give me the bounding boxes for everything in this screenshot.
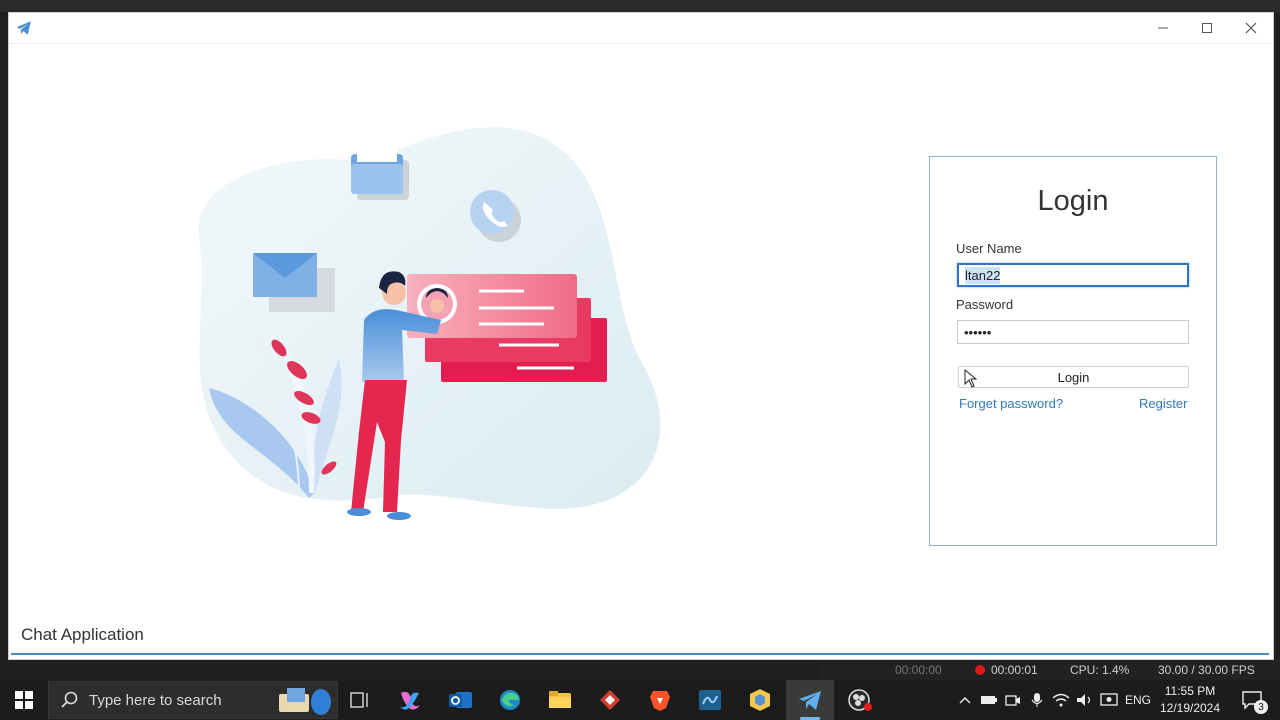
tray-volume[interactable]: [1074, 680, 1096, 720]
record-time: 00:00:01: [991, 663, 1038, 677]
obs-icon: [848, 689, 872, 711]
taskbar: Type here to search ENG 11:55 PM 12/19/2…: [0, 680, 1280, 720]
telegram-icon: [16, 21, 31, 35]
cpu-usage: CPU: 1.4%: [1070, 663, 1130, 677]
search-icon: [61, 691, 78, 708]
task-view-icon: [350, 692, 368, 708]
app-window: Login User Name ltan22 Password •••••• L…: [8, 12, 1274, 660]
login-title: Login: [1037, 185, 1109, 217]
outlook-button[interactable]: [436, 680, 484, 720]
cube-app-button[interactable]: [736, 680, 784, 720]
copilot-button[interactable]: [386, 680, 434, 720]
tray-meet[interactable]: [1002, 680, 1024, 720]
brave-button[interactable]: [636, 680, 684, 720]
notification-button[interactable]: 3: [1232, 680, 1272, 720]
fps-readout: 30.00 / 30.00 FPS: [1158, 663, 1255, 677]
edge-icon: [500, 690, 520, 710]
start-button[interactable]: [0, 680, 48, 720]
taskbar-search[interactable]: Type here to search: [48, 681, 338, 719]
background-window-strip: [0, 0, 1280, 12]
minimize-button[interactable]: [1141, 13, 1185, 43]
search-highlight-icon: [279, 688, 331, 715]
edge-button[interactable]: [486, 680, 534, 720]
close-icon: [1245, 22, 1257, 34]
app-footer-title: Chat Application: [21, 625, 144, 644]
maximize-button[interactable]: [1185, 13, 1229, 43]
copilot-icon: [400, 691, 420, 710]
database-app-icon: [699, 690, 721, 710]
footer-divider: [11, 653, 1269, 655]
record-time-wrap: 00:00:01: [975, 663, 1038, 677]
forget-password-link[interactable]: Forget password?: [959, 396, 1063, 411]
notification-count: 3: [1254, 700, 1268, 714]
screen-icon: [1100, 693, 1118, 706]
record-dot-icon: [975, 665, 985, 675]
chat-illustration: [198, 127, 661, 520]
cube-icon: [750, 689, 770, 711]
title-bar: [9, 13, 1273, 44]
login-panel: Login User Name ltan22 Password •••••• L…: [929, 156, 1217, 546]
login-button[interactable]: Login: [958, 366, 1189, 388]
camera-icon: [1005, 695, 1020, 706]
close-button[interactable]: [1229, 13, 1273, 43]
mouse-cursor-icon: [964, 369, 978, 388]
task-view-button[interactable]: [336, 680, 384, 720]
brave-icon: [650, 691, 670, 711]
microphone-icon: [1031, 693, 1043, 707]
tray-network[interactable]: [1050, 680, 1072, 720]
username-label: User Name: [956, 241, 1022, 256]
tray-overflow-button[interactable]: [956, 680, 974, 720]
password-field[interactable]: ••••••: [957, 320, 1189, 344]
clock-time: 11:55 PM: [1164, 684, 1216, 698]
search-placeholder: Type here to search: [89, 691, 222, 709]
windows-icon: [15, 691, 33, 709]
password-value: ••••••: [964, 324, 992, 340]
battery-icon: [981, 696, 997, 704]
register-link[interactable]: Register: [1139, 396, 1187, 411]
username-field[interactable]: ltan22: [957, 263, 1189, 287]
speaker-icon: [1077, 694, 1091, 706]
wifi-icon: [1052, 693, 1070, 707]
tray-display[interactable]: [1098, 680, 1120, 720]
chevron-up-icon: [959, 697, 971, 704]
telegram-icon: [799, 691, 821, 710]
minimize-icon: [1158, 27, 1168, 29]
folder-icon: [549, 691, 571, 708]
language-indicator[interactable]: ENG: [1122, 680, 1154, 720]
app-diamond-button[interactable]: [586, 680, 634, 720]
mysql-workbench-button[interactable]: [686, 680, 734, 720]
maximize-icon: [1202, 23, 1212, 33]
file-explorer-button[interactable]: [536, 680, 584, 720]
outlook-icon: [449, 692, 472, 708]
diamond-app-icon: [600, 690, 620, 710]
tray-microphone[interactable]: [1026, 680, 1048, 720]
username-value: ltan22: [965, 266, 1001, 284]
tray-battery[interactable]: [978, 680, 1000, 720]
stream-time: 00:00:00: [895, 663, 942, 677]
obs-button[interactable]: [836, 680, 884, 720]
telegram-taskbar-button[interactable]: [786, 680, 834, 720]
clock-date: 12/19/2024: [1159, 701, 1221, 715]
password-label: Password: [956, 297, 1014, 312]
clock[interactable]: 11:55 PM 12/19/2024: [1154, 683, 1226, 717]
obs-status-bar: 00:00:00 00:00:01 CPU: 1.4% 30.00 / 30.0…: [820, 660, 1280, 680]
